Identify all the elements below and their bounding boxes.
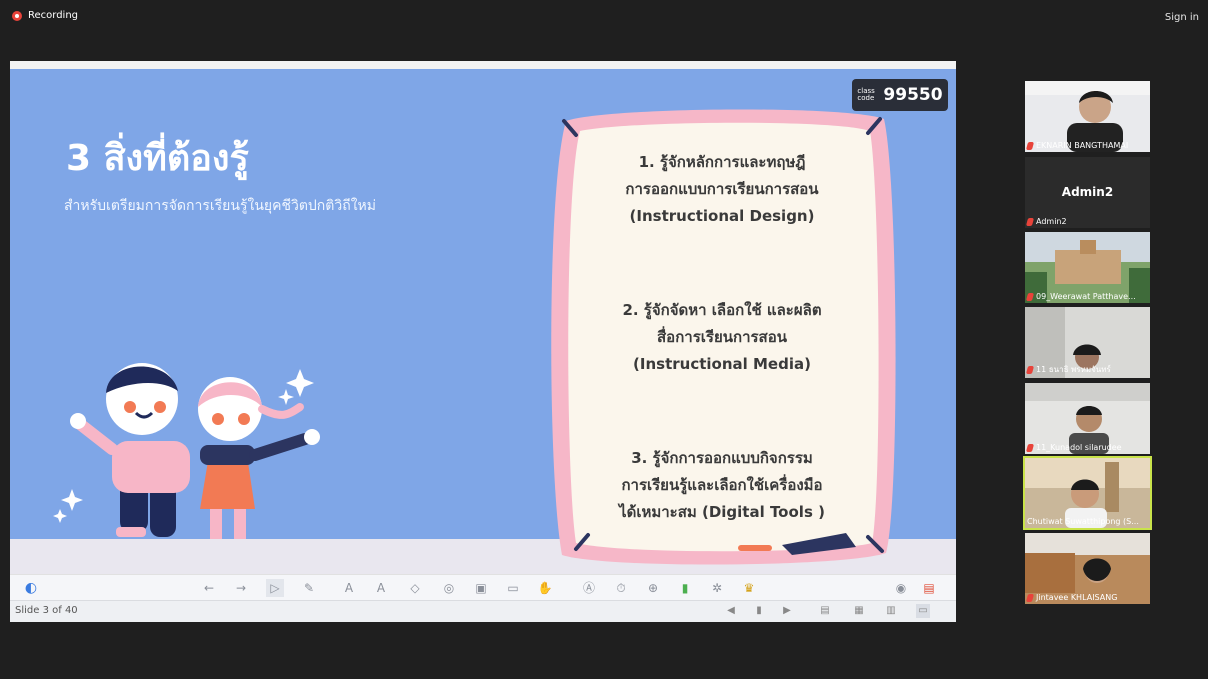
presenter-icon[interactable]: ▤ (920, 579, 938, 597)
reading-view-icon[interactable]: ▥ (884, 604, 898, 618)
slide-title: 3 สิ่งที่ต้องรู้ (66, 138, 249, 179)
item-3-line-2: การเรียนรู้และเลือกใช้เครื่องมือ (621, 476, 823, 494)
participant-tile[interactable]: 09_Weerawat Patthave... (1025, 232, 1150, 303)
ai-icon[interactable]: Ⓐ (580, 579, 598, 597)
top-bar: Recording Sign in (0, 0, 1208, 36)
mic-muted-icon (1025, 443, 1035, 452)
recording-label: Recording (28, 10, 79, 21)
slide-counter: Slide 3 of 40 (15, 605, 78, 616)
class-code-label: class code (857, 87, 875, 102)
content-card: 1. รู้จักหลักการและทฤษฎี การออกแบบการเรี… (546, 101, 898, 569)
participant-tile[interactable]: Jintavee KHLAISANG (1025, 533, 1150, 604)
item-1-line-2: การออกแบบการเรียนการสอน (625, 180, 819, 198)
status-bar: Slide 3 of 40 ◀ ▮ ▶ ▤ ▦ ▥ ▭ (10, 600, 956, 622)
eye-icon[interactable]: ◉ (892, 579, 910, 597)
slide-subtitle: สำหรับเตรียมการจัดการเรียนรู้ในยุคชีวิตป… (64, 198, 376, 214)
hand-icon[interactable]: ✋ (536, 579, 554, 597)
item-2-line-1: 2. รู้จักจัดหา เลือกใช้ และผลิต (622, 301, 822, 319)
laser-pen-icon[interactable]: ✎ (300, 579, 318, 597)
globe-icon[interactable]: ⊕ (644, 579, 662, 597)
mic-muted-icon (1025, 217, 1035, 226)
pointer-tool-icon[interactable]: ▷ (266, 579, 284, 597)
chart-icon[interactable]: ▮ (676, 579, 694, 597)
participant-name: 11_Kunadol silarudee (1025, 443, 1122, 452)
participant-tile[interactable]: EKNARIN BANGTHAMAI (1025, 81, 1150, 152)
item-3: 3. รู้จักการออกแบบกิจกรรม การเรียนรู้และ… (546, 445, 898, 526)
participant-tile[interactable]: Admin2 Admin2 (1025, 157, 1150, 228)
slide-panel-icon[interactable]: ▮ (752, 604, 766, 618)
previous-arrow-icon[interactable]: ← (200, 579, 218, 597)
participant-name: Chutiwat Suwatthipong (S... (1027, 517, 1139, 526)
item-2-line-3: (Instructional Media) (633, 355, 811, 373)
item-1-line-3: (Instructional Design) (629, 207, 815, 225)
app-logo-icon[interactable]: ◐ (22, 579, 40, 597)
mic-muted-icon (1025, 365, 1035, 374)
presentation-slide: 3 สิ่งที่ต้องรู้ สำหรับเตรียมการจัดการเร… (10, 69, 956, 574)
wheel-icon[interactable]: ✲ (708, 579, 726, 597)
participant-name: EKNARIN BANGTHAMAI (1025, 141, 1128, 150)
mic-muted-icon (1025, 593, 1035, 602)
recording-indicator[interactable]: Recording (12, 10, 78, 21)
kids-illustration (53, 363, 320, 539)
shared-screen: 3 สิ่งที่ต้องรู้ สำหรับเตรียมการจัดการเร… (10, 61, 956, 622)
sign-in-link[interactable]: Sign in (1165, 12, 1199, 23)
participant-tile-active-speaker[interactable]: Chutiwat Suwatthipong (S... (1023, 456, 1152, 530)
item-3-line-3: ได้เหมาะสม (Digital Tools ) (619, 503, 825, 521)
item-1-line-1: 1. รู้จักหลักการและทฤษฎี (638, 153, 806, 171)
participant-name: Jintavee KHLAISANG (1025, 593, 1117, 602)
next-arrow-icon[interactable]: → (232, 579, 250, 597)
presentation-toolbar: ◐ ← → ▷ ✎ A A ◇ ◎ ▣ ▭ ✋ Ⓐ ⏱ ⊕ ▮ ✲ ♛ ◉ ▤ (10, 574, 956, 601)
shapes-icon[interactable]: ◎ (440, 579, 458, 597)
participant-display-name: Admin2 (1061, 185, 1114, 199)
item-2-line-2: สื่อการเรียนการสอน (657, 328, 787, 346)
pen-icon[interactable]: A (340, 579, 358, 597)
whiteboard-icon[interactable]: ▭ (504, 579, 522, 597)
participant-tile[interactable]: 11 ธนาธิ พรหมจันทร์ (1025, 307, 1150, 378)
normal-view-icon[interactable]: ▤ (818, 604, 832, 618)
item-1: 1. รู้จักหลักการและทฤษฎี การออกแบบการเรี… (546, 149, 898, 230)
item-2: 2. รู้จักจัดหา เลือกใช้ และผลิต สื่อการเ… (546, 297, 898, 378)
grid-view-icon[interactable]: ▦ (852, 604, 866, 618)
text-box-icon[interactable]: ▣ (472, 579, 490, 597)
participant-tile[interactable]: 11_Kunadol silarudee (1025, 383, 1150, 454)
item-3-line-1: 3. รู้จักการออกแบบกิจกรรม (631, 449, 813, 467)
mic-muted-icon (1025, 141, 1035, 150)
highlighter-icon[interactable]: A (372, 579, 390, 597)
trophy-icon[interactable]: ♛ (740, 579, 758, 597)
eraser-icon[interactable]: ◇ (406, 579, 424, 597)
participant-name: Admin2 (1025, 217, 1067, 226)
previous-slide-icon[interactable]: ◀ (724, 604, 738, 618)
timer-icon[interactable]: ⏱ (612, 579, 630, 597)
record-icon (12, 10, 22, 21)
mic-muted-icon (1025, 292, 1035, 301)
next-slide-icon[interactable]: ▶ (780, 604, 794, 618)
participant-name: 11 ธนาธิ พรหมจันทร์ (1025, 363, 1111, 376)
slideshow-view-icon[interactable]: ▭ (916, 604, 930, 618)
participant-name: 09_Weerawat Patthave... (1025, 292, 1136, 301)
